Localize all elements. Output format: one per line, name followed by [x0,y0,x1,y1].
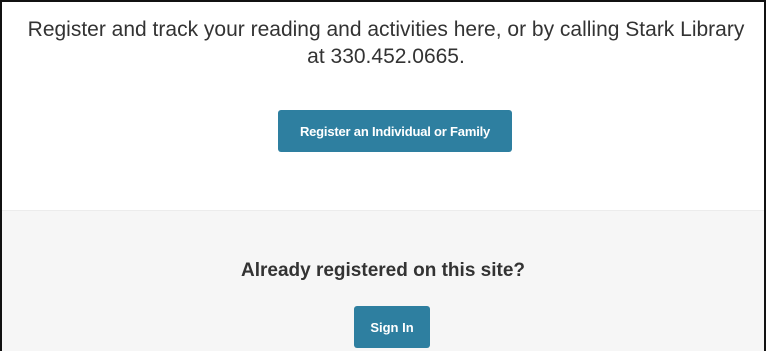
sign-in-button[interactable]: Sign In [354,306,430,348]
page-frame: Register and track your reading and acti… [0,0,766,351]
register-individual-or-family-button[interactable]: Register an Individual or Family [278,110,512,152]
already-registered-heading: Already registered on this site? [240,260,526,281]
registration-section: Register and track your reading and acti… [2,2,764,210]
signin-section: Already registered on this site? Sign In [2,210,764,351]
registration-intro-text: Register and track your reading and acti… [27,18,745,68]
